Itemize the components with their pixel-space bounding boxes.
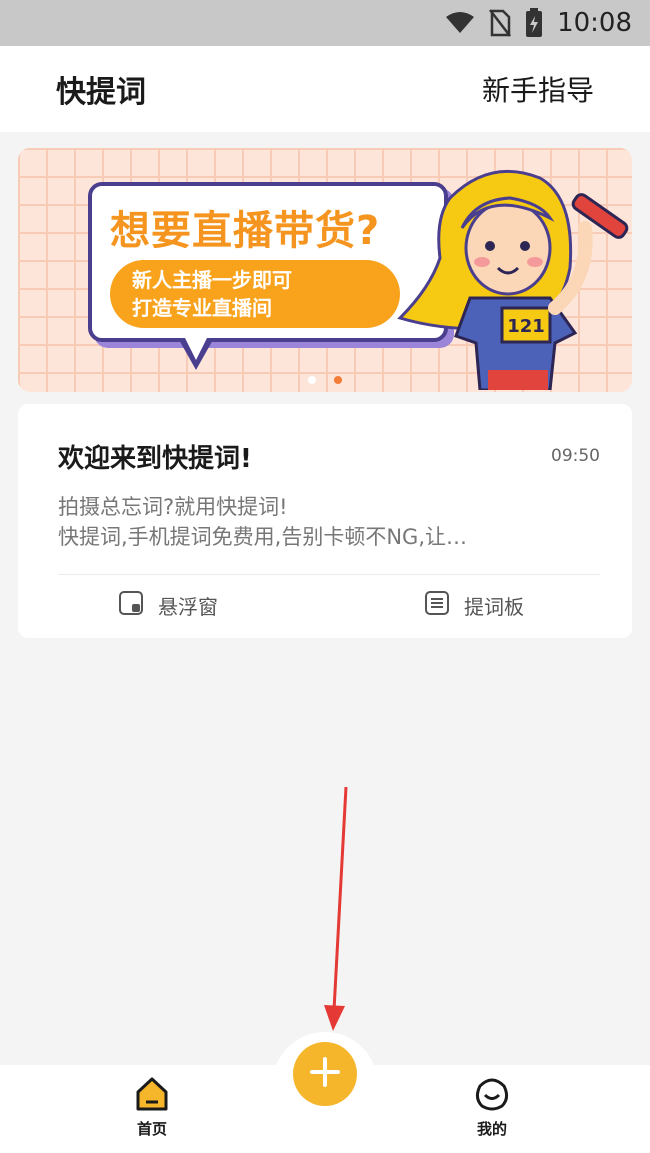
cartoon-girl-illustration: 121	[390, 158, 632, 392]
card-preview-line1: 拍摄总忘词?就用快提词!	[58, 495, 288, 519]
app-bar: 快提词 新手指导	[0, 46, 650, 132]
add-script-button[interactable]	[293, 1042, 357, 1106]
floating-window-label: 悬浮窗	[158, 595, 218, 619]
status-bar: 10:08	[0, 0, 650, 46]
page-title: 快提词	[56, 75, 146, 110]
profile-icon	[472, 1076, 512, 1116]
floating-window-icon	[118, 590, 144, 621]
prompter-board-label: 提词板	[464, 595, 524, 619]
floating-window-button[interactable]: 悬浮窗	[118, 590, 218, 621]
wifi-icon	[445, 11, 475, 35]
carousel-dot[interactable]	[308, 376, 316, 384]
carousel-indicator	[308, 376, 342, 384]
shirt-badge-number: 121	[507, 316, 545, 337]
no-sim-icon	[489, 9, 512, 37]
annotation-arrow	[316, 785, 356, 1039]
prompter-board-icon	[424, 590, 450, 621]
banner-subtitle-line1: 新人主播一步即可	[132, 268, 292, 292]
beginner-guide-link[interactable]: 新手指导	[482, 69, 594, 109]
banner-subtitle-pill: 新人主播一步即可 打造专业直播间	[110, 260, 400, 328]
tab-home[interactable]: 首页	[132, 1076, 172, 1139]
card-title: 欢迎来到快提词!	[58, 444, 252, 474]
status-time: 10:08	[557, 8, 632, 38]
carousel-dot-active[interactable]	[334, 376, 342, 384]
banner-subtitle-line2: 打造专业直播间	[132, 296, 272, 320]
prompter-board-button[interactable]: 提词板	[424, 590, 524, 621]
card-preview: 拍摄总忘词?就用快提词! 快提词,手机提词免费用,告别卡顿不NG,让…	[58, 492, 598, 552]
card-timestamp: 09:50	[551, 446, 600, 466]
home-icon	[132, 1076, 172, 1116]
promo-banner[interactable]: 想要直播带货? 新人主播一步即可 打造专业直播间 121	[18, 148, 632, 392]
card-divider	[58, 574, 600, 575]
battery-icon	[525, 8, 543, 38]
plus-icon	[309, 1056, 341, 1092]
tab-home-label: 首页	[136, 1120, 167, 1138]
tab-mine-label: 我的	[476, 1120, 507, 1138]
banner-headline: 想要直播带货?	[110, 208, 381, 254]
tab-mine[interactable]: 我的	[472, 1076, 512, 1139]
card-preview-line2: 快提词,手机提词免费用,告别卡顿不NG,让…	[58, 525, 468, 549]
script-card[interactable]: 欢迎来到快提词! 09:50 拍摄总忘词?就用快提词! 快提词,手机提词免费用,…	[18, 404, 632, 638]
